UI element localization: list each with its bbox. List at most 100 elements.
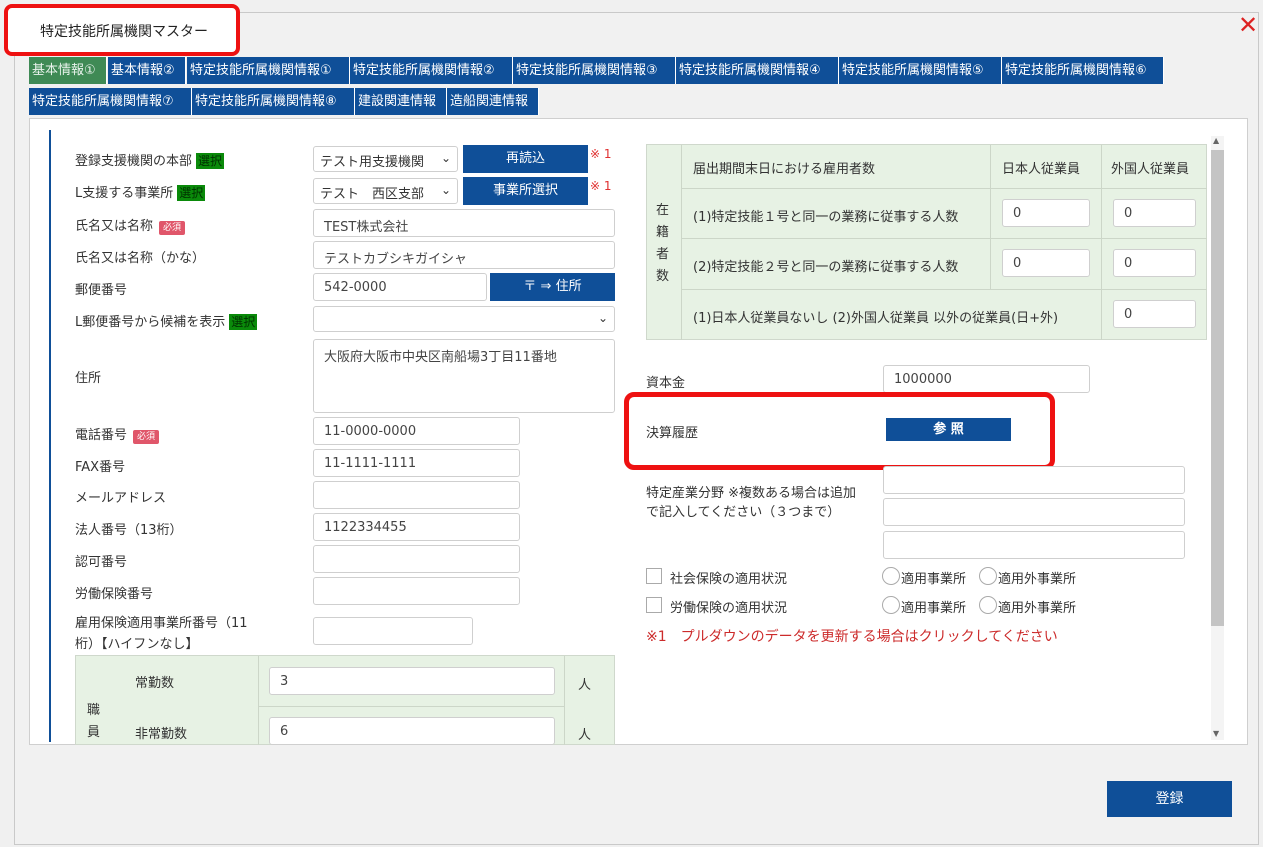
postal-candidate-select[interactable]: ⌄ <box>313 306 615 332</box>
row3-label: (1)日本人従業員ないし (2)外国人従業員 以外の従業員(日+外) <box>693 311 1059 326</box>
row3-field[interactable]: 0 <box>1113 300 1196 328</box>
table-divider <box>682 238 1207 239</box>
employment-insurance-label-1: 雇用保険適用事業所番号（11 <box>75 616 248 631</box>
capital-label: 資本金 <box>646 376 686 391</box>
table-divider <box>258 656 259 745</box>
mail-field[interactable] <box>313 481 520 509</box>
parttime-label: 非常勤数 <box>135 727 188 742</box>
chevron-down-icon: ⌄ <box>597 311 608 325</box>
tab-tokutei-6[interactable]: 特定技能所属機関情報⑥ <box>1002 57 1164 84</box>
office-select-button[interactable]: 事業所選択 <box>463 177 588 205</box>
mail-label: メールアドレス <box>75 491 167 506</box>
fulltime-field[interactable]: 3 <box>269 667 555 695</box>
row1-foreign-field[interactable]: 0 <box>1113 199 1196 227</box>
employment-insurance-label-2: 桁）【ハイフンなし】 <box>75 637 199 652</box>
scroll-up-icon[interactable]: ▲ <box>1213 136 1219 145</box>
select-badge-2[interactable]: 選択 <box>177 185 206 201</box>
industry-label: 特定産業分野 ※複数ある場合は追加で記入してください（３つまで） <box>646 486 857 520</box>
labor-insurance-field[interactable] <box>313 577 520 605</box>
pulldown-note: ※1 プルダウンのデータを更新する場合はクリックしてください <box>646 629 1058 645</box>
industry-field-2[interactable] <box>883 498 1185 526</box>
tab-tokutei-4[interactable]: 特定技能所属機関情報④ <box>676 57 839 84</box>
tab-tokutei-1[interactable]: 特定技能所属機関情報① <box>187 57 350 84</box>
chevron-down-icon: ⌄ <box>440 183 451 197</box>
name-field[interactable]: TEST株式会社 <box>313 209 615 237</box>
unit-label: 人 <box>578 678 592 693</box>
parttime-field[interactable]: 6 <box>269 717 555 745</box>
reload-button[interactable]: 再読込 <box>463 145 588 173</box>
kana-label: 氏名又は名称（かな） <box>75 251 206 266</box>
name-label: 氏名又は名称 必須 <box>75 215 186 235</box>
fax-field[interactable]: 11-1111-1111 <box>313 449 520 477</box>
fax-label: FAX番号 <box>75 460 126 475</box>
staff-header: 職員 <box>87 703 101 740</box>
labor-insurance-checkbox[interactable] <box>646 597 662 613</box>
permit-label: 認可番号 <box>75 555 128 570</box>
row2-foreign-field[interactable]: 0 <box>1113 249 1196 277</box>
industry-field-3[interactable] <box>883 531 1185 559</box>
corp-number-field[interactable]: 1122334455 <box>313 513 520 541</box>
row2-japanese-field[interactable]: 0 <box>1002 249 1090 277</box>
row2-label: (2)特定技能２号と同一の業務に従事する人数 <box>693 260 959 275</box>
social-insurance-checkbox[interactable] <box>646 568 662 584</box>
tab-tokutei-5[interactable]: 特定技能所属機関情報⑤ <box>839 57 1002 84</box>
postal-candidate-label: L郵便番号から候補を表示 選択 <box>75 314 258 330</box>
enrolled-side-header: 在籍者数 <box>656 203 670 284</box>
table-head: 届出期間末日における雇用者数 <box>693 162 876 177</box>
postal-to-address-button[interactable]: 〒 ⇒ 住所 <box>490 273 615 301</box>
tab-kihon-2[interactable]: 基本情報② <box>108 57 186 84</box>
capital-field[interactable]: 1000000 <box>883 365 1090 393</box>
col-japanese: 日本人従業員 <box>1002 162 1081 177</box>
postal-label: 郵便番号 <box>75 283 128 298</box>
required-badge: 必須 <box>159 221 186 235</box>
row1-label: (1)特定技能１号と同一の業務に従事する人数 <box>693 210 959 225</box>
jigyosho-label: L支援する事業所 選択 <box>75 185 206 201</box>
tab-tokutei-7[interactable]: 特定技能所属機関情報⑦ <box>29 88 192 115</box>
social-insurance-label: 社会保険の適用状況 <box>670 572 788 587</box>
kana-field[interactable]: テストカブシキガイシャ <box>313 241 615 269</box>
col-foreign: 外国人従業員 <box>1111 162 1190 177</box>
industry-field-1[interactable] <box>883 466 1185 494</box>
social-applied-radio[interactable] <box>882 567 900 585</box>
labor-applied-radio[interactable] <box>882 596 900 614</box>
tab-zosen[interactable]: 造船関連情報 <box>447 88 539 115</box>
close-icon[interactable]: ✕ <box>1238 13 1258 37</box>
social-not-applied-radio[interactable] <box>979 567 997 585</box>
permit-field[interactable] <box>313 545 520 573</box>
tab-tokutei-8[interactable]: 特定技能所属機関情報⑧ <box>192 88 355 115</box>
tab-tokutei-3[interactable]: 特定技能所属機関情報③ <box>513 57 676 84</box>
labor-not-applied-radio[interactable] <box>979 596 997 614</box>
labor-applied-label: 適用事業所 <box>901 601 967 616</box>
honbu-label: 登録支援機関の本部 選択 <box>75 153 225 169</box>
address-label: 住所 <box>75 371 102 386</box>
corp-number-label: 法人番号（13桁） <box>75 523 183 538</box>
tab-tokutei-2[interactable]: 特定技能所属機関情報② <box>350 57 513 84</box>
section-rule <box>49 130 51 742</box>
tab-kensetsu[interactable]: 建設関連情報 <box>355 88 447 115</box>
select-badge[interactable]: 選択 <box>196 153 225 169</box>
kessan-label: 決算履歴 <box>646 426 699 441</box>
scrollbar-thumb[interactable] <box>1211 150 1224 626</box>
note-mark-1: ※ 1 <box>590 147 612 161</box>
tel-field[interactable]: 11-0000-0000 <box>313 417 520 445</box>
note-mark-2: ※ 1 <box>590 179 612 193</box>
labor-insurance-status-label: 労働保険の適用状況 <box>670 601 788 616</box>
unit-label: 人 <box>578 728 592 743</box>
scroll-down-icon[interactable]: ▼ <box>1213 729 1219 738</box>
tab-kihon-1[interactable]: 基本情報① <box>29 57 107 84</box>
register-button[interactable]: 登録 <box>1107 781 1232 817</box>
address-textarea[interactable]: 大阪府大阪市中央区南船場3丁目11番地 <box>313 339 615 413</box>
postal-field[interactable]: 542-0000 <box>313 273 487 301</box>
required-badge: 必須 <box>133 430 160 444</box>
row1-japanese-field[interactable]: 0 <box>1002 199 1090 227</box>
kessan-view-button[interactable]: 参 照 <box>886 418 1011 441</box>
select-badge-3[interactable]: 選択 <box>229 314 258 330</box>
jigyosho-select[interactable]: テスト 西区支部 ⌄ <box>313 178 458 204</box>
table-divider <box>682 289 1207 290</box>
chevron-down-icon: ⌄ <box>440 151 451 165</box>
honbu-select[interactable]: テスト用支援機関 ⌄ <box>313 146 458 172</box>
social-applied-label: 適用事業所 <box>901 572 967 587</box>
table-divider <box>564 656 565 745</box>
employment-insurance-field[interactable] <box>313 617 473 645</box>
table-divider <box>990 145 991 289</box>
